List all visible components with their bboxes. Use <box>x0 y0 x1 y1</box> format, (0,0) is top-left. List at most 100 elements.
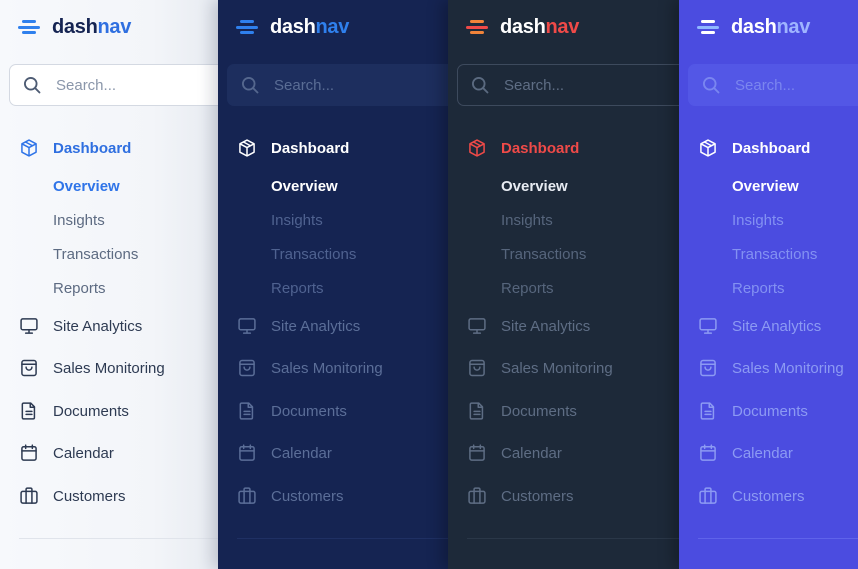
nav-item-customers[interactable]: Customers <box>698 484 805 508</box>
brand-name: dashnav <box>731 15 811 38</box>
search-icon <box>242 77 259 94</box>
nav-item-dashboard[interactable]: Dashboard <box>237 136 349 160</box>
nav-item-site-analytics[interactable]: Site Analytics <box>19 314 142 338</box>
nav-item-dashboard[interactable]: Dashboard <box>698 136 810 160</box>
sub-item-overview[interactable]: Overview <box>271 177 338 197</box>
nav-label: Site Analytics <box>501 317 591 335</box>
brand-name: dashnav <box>270 15 350 38</box>
nav-item-customers[interactable]: Customers <box>467 484 574 508</box>
calendar-icon <box>700 444 716 461</box>
nav-label: Documents <box>732 402 808 420</box>
briefcase-icon <box>238 487 256 504</box>
nav-item-dashboard[interactable]: Dashboard <box>467 136 579 160</box>
menu-lines-icon <box>697 20 719 34</box>
brand-logo[interactable]: dashnav <box>466 14 579 40</box>
search-placeholder: Search... <box>274 76 335 94</box>
search-input[interactable]: Search... <box>688 64 858 106</box>
nav-label: Customers <box>53 487 126 505</box>
sub-item-transactions[interactable]: Transactions <box>271 245 356 265</box>
search-icon <box>472 77 489 94</box>
nav-label: Dashboard <box>732 139 811 157</box>
calendar-icon <box>239 444 255 461</box>
nav-item-documents[interactable]: Documents <box>467 399 577 423</box>
nav-item-calendar[interactable]: Calendar <box>467 441 562 465</box>
brand-logo[interactable]: dashnav <box>18 14 131 40</box>
box-icon <box>700 139 716 157</box>
sub-item-transactions[interactable]: Transactions <box>732 245 817 265</box>
divider <box>237 538 448 539</box>
box-icon <box>21 139 37 157</box>
sub-item-reports[interactable]: Reports <box>732 279 785 299</box>
nav-item-calendar[interactable]: Calendar <box>19 441 114 465</box>
nav-item-documents[interactable]: Documents <box>698 399 808 423</box>
document-icon <box>21 402 36 420</box>
nav-item-customers[interactable]: Customers <box>237 484 344 508</box>
nav-item-site-analytics[interactable]: Site Analytics <box>467 314 590 338</box>
nav-item-site-analytics[interactable]: Site Analytics <box>237 314 360 338</box>
nav-item-customers[interactable]: Customers <box>19 484 126 508</box>
brand-name: dashnav <box>500 15 580 38</box>
shopping-bag-icon <box>469 359 485 377</box>
nav-label: Calendar <box>501 444 562 462</box>
nav-item-sales-monitoring[interactable]: Sales Monitoring <box>698 356 844 380</box>
nav-label: Documents <box>53 402 129 420</box>
nav-label: Sales Monitoring <box>501 359 613 377</box>
search-placeholder: Search... <box>735 76 796 94</box>
sub-item-insights[interactable]: Insights <box>501 211 553 231</box>
sub-item-reports[interactable]: Reports <box>271 279 324 299</box>
nav-item-dashboard[interactable]: Dashboard <box>19 136 131 160</box>
nav-item-sales-monitoring[interactable]: Sales Monitoring <box>19 356 165 380</box>
shopping-bag-icon <box>700 359 716 377</box>
divider <box>698 538 858 539</box>
sub-item-insights[interactable]: Insights <box>732 211 784 231</box>
nav-label: Customers <box>271 487 344 505</box>
nav-label: Sales Monitoring <box>732 359 844 377</box>
monitor-icon <box>238 318 256 334</box>
nav-label: Sales Monitoring <box>271 359 383 377</box>
sidebar-panel-slate: dashnav Search... Dashboard Overview Ins… <box>448 0 679 569</box>
nav-item-documents[interactable]: Documents <box>19 399 129 423</box>
search-input[interactable]: Search... <box>457 64 679 106</box>
sub-item-insights[interactable]: Insights <box>271 211 323 231</box>
nav-item-documents[interactable]: Documents <box>237 399 347 423</box>
calendar-icon <box>21 444 37 461</box>
monitor-icon <box>20 318 38 334</box>
nav-label: Site Analytics <box>271 317 361 335</box>
sub-item-overview[interactable]: Overview <box>53 177 120 197</box>
search-placeholder: Search... <box>56 76 117 94</box>
nav-item-sales-monitoring[interactable]: Sales Monitoring <box>467 356 613 380</box>
search-input[interactable]: Search... <box>9 64 218 106</box>
document-icon <box>469 402 484 420</box>
nav-label: Customers <box>501 487 574 505</box>
document-icon <box>700 402 715 420</box>
briefcase-icon <box>20 487 38 504</box>
sub-item-insights[interactable]: Insights <box>53 211 105 231</box>
box-icon <box>239 139 255 157</box>
nav-label: Site Analytics <box>53 317 143 335</box>
nav-label: Dashboard <box>271 139 350 157</box>
menu-lines-icon <box>18 20 40 34</box>
shopping-bag-icon <box>21 359 37 377</box>
brand-logo[interactable]: dashnav <box>697 14 810 40</box>
sub-item-transactions[interactable]: Transactions <box>501 245 586 265</box>
nav-label: Documents <box>501 402 577 420</box>
sub-item-reports[interactable]: Reports <box>501 279 554 299</box>
divider <box>19 538 218 539</box>
nav-label: Calendar <box>732 444 793 462</box>
nav-item-calendar[interactable]: Calendar <box>237 441 332 465</box>
sub-item-overview[interactable]: Overview <box>732 177 799 197</box>
sub-item-overview[interactable]: Overview <box>501 177 568 197</box>
menu-lines-icon <box>466 20 488 34</box>
nav-item-calendar[interactable]: Calendar <box>698 441 793 465</box>
nav-item-site-analytics[interactable]: Site Analytics <box>698 314 821 338</box>
nav-item-sales-monitoring[interactable]: Sales Monitoring <box>237 356 383 380</box>
sub-item-transactions[interactable]: Transactions <box>53 245 138 265</box>
sub-item-reports[interactable]: Reports <box>53 279 106 299</box>
search-placeholder: Search... <box>504 76 565 94</box>
search-input[interactable]: Search... <box>227 64 448 106</box>
shopping-bag-icon <box>239 359 255 377</box>
brand-logo[interactable]: dashnav <box>236 14 349 40</box>
box-icon <box>469 139 485 157</box>
nav-label: Dashboard <box>53 139 132 157</box>
document-icon <box>239 402 254 420</box>
